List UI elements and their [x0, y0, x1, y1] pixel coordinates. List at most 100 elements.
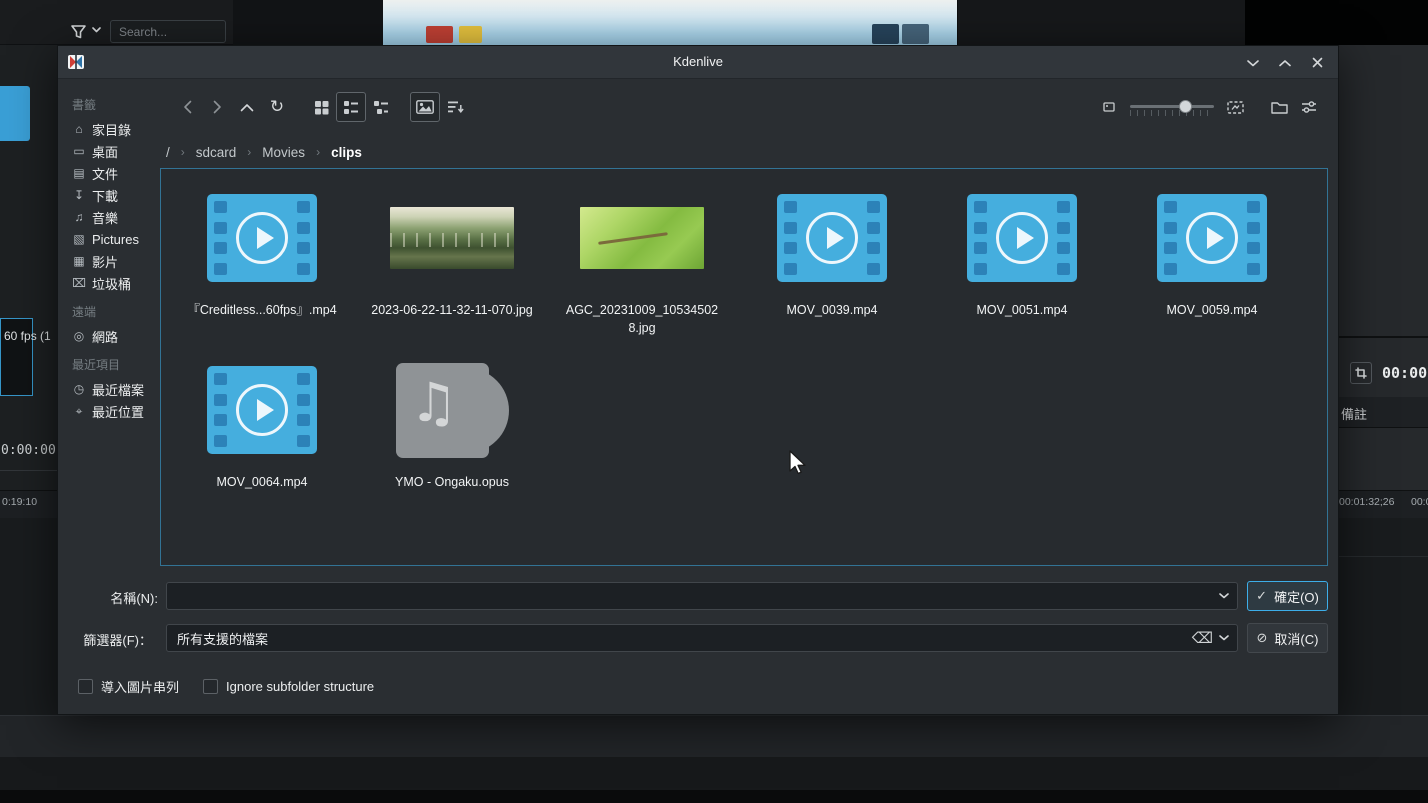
bg-left-timeline: [0, 518, 57, 715]
sidebar-item-network[interactable]: ◎ 網路: [72, 325, 160, 347]
details-view-button[interactable]: [336, 92, 366, 122]
minimize-button[interactable]: [1244, 54, 1262, 72]
file-item[interactable]: ♫ YMO - Ongaku.opus: [357, 359, 547, 531]
cancel-button-label: 取消(C): [1274, 629, 1318, 648]
name-combobox[interactable]: [166, 582, 1238, 610]
download-icon: ↧: [72, 188, 86, 202]
sidebar-item-recent-files[interactable]: ◷ 最近檔案: [72, 378, 160, 400]
file-item[interactable]: 2023-06-22-11-32-11-070.jpg: [357, 187, 547, 359]
ignore-subfolder-label: Ignore subfolder structure: [226, 679, 374, 694]
mouse-cursor: [788, 450, 808, 478]
preview-toggle-button[interactable]: [410, 92, 440, 122]
zoom-slider[interactable]: [1130, 97, 1214, 117]
zoom-large-icon-button[interactable]: [1220, 92, 1250, 122]
filter-funnel-icon[interactable]: [70, 24, 87, 40]
filter-combobox[interactable]: 所有支援的檔案 ⌫: [166, 624, 1238, 652]
file-item[interactable]: 『Creditless...60fps』.mp4: [167, 187, 357, 359]
file-name: MOV_0051.mp4: [976, 302, 1067, 320]
chevron-down-icon[interactable]: [1219, 593, 1229, 599]
sidebar-item-desktop[interactable]: ▭ 桌面: [72, 140, 160, 162]
bg-panel-gap-2: [957, 0, 1245, 45]
breadcrumb-clips[interactable]: clips: [331, 145, 362, 160]
breadcrumb-movies[interactable]: Movies: [262, 145, 305, 160]
video-file-icon: [1157, 187, 1267, 289]
new-folder-button[interactable]: [1264, 92, 1294, 122]
cancel-button[interactable]: ⊘ 取消(C): [1247, 623, 1328, 653]
ignore-subfolder-checkbox[interactable]: [203, 679, 218, 694]
file-name: AGC_20231009_105345028.jpg: [563, 302, 721, 337]
sidebar-item-label: 桌面: [92, 142, 118, 161]
image-thumbnail: [580, 187, 704, 289]
audio-file-icon: ♫: [396, 359, 509, 461]
icons-view-button[interactable]: [306, 92, 336, 122]
video-icon: ▦: [72, 254, 86, 268]
bg-left-timecode: 0:00:00,: [1, 443, 64, 458]
sidebar-item-label: 下載: [92, 186, 118, 205]
close-button[interactable]: [1308, 54, 1326, 72]
zoom-slider-handle[interactable]: [1179, 100, 1192, 113]
trash-icon: ⌧: [72, 276, 86, 290]
video-file-icon: [207, 359, 317, 461]
clear-text-icon[interactable]: ⌫: [1192, 629, 1213, 647]
zoom-small-icon-button[interactable]: [1094, 92, 1124, 122]
file-item[interactable]: MOV_0059.mp4: [1117, 187, 1307, 359]
sidebar-item-pictures[interactable]: ▧ Pictures: [72, 228, 160, 250]
chevron-down-icon[interactable]: [1219, 635, 1229, 641]
breadcrumb: / › sdcard › Movies › clips: [166, 141, 362, 163]
sidebar-item-music[interactable]: ♫ 音樂: [72, 206, 160, 228]
sidebar-item-videos[interactable]: ▦ 影片: [72, 250, 160, 272]
import-image-sequence-option[interactable]: 導入圖片串列: [78, 677, 179, 696]
dialog-toolbar: ↻: [172, 90, 1324, 124]
file-name: YMO - Ongaku.opus: [395, 474, 509, 492]
import-image-sequence-checkbox[interactable]: [78, 679, 93, 694]
sidebar-item-label: 垃圾桶: [92, 274, 131, 293]
sidebar-item-downloads[interactable]: ↧ 下載: [72, 184, 160, 206]
file-name: MOV_0059.mp4: [1166, 302, 1257, 320]
breadcrumb-sdcard[interactable]: sdcard: [196, 145, 237, 160]
maximize-button[interactable]: [1276, 54, 1294, 72]
import-image-sequence-label: 導入圖片串列: [101, 677, 179, 696]
bg-right-track-line: [1339, 556, 1428, 557]
ok-button-label: 確定(O): [1274, 587, 1319, 606]
places-section-recent: 最近項目: [72, 356, 160, 373]
sidebar-item-recent-locations[interactable]: ⌖ 最近位置: [72, 400, 160, 422]
bg-left-ruler-label: 0:19:10: [2, 496, 37, 508]
file-item[interactable]: MOV_0064.mp4: [167, 359, 357, 531]
options-button[interactable]: [1294, 92, 1324, 122]
cancel-icon: ⊘: [1257, 630, 1268, 646]
tree-view-button[interactable]: [366, 92, 396, 122]
up-button[interactable]: [232, 92, 262, 122]
file-name: MOV_0039.mp4: [786, 302, 877, 320]
filter-value: 所有支援的檔案: [167, 629, 1192, 648]
back-button[interactable]: [172, 92, 202, 122]
ok-button[interactable]: ✓ 確定(O): [1247, 581, 1328, 611]
zoom-slider-track[interactable]: [1130, 105, 1214, 108]
file-list-view[interactable]: 『Creditless...60fps』.mp4 2023-06-22-11-3…: [160, 168, 1328, 566]
file-item[interactable]: MOV_0039.mp4: [737, 187, 927, 359]
video-file-icon: [207, 187, 317, 289]
places-section-remote: 遠端: [72, 303, 160, 320]
crop-icon: [1350, 362, 1372, 384]
check-icon: ✓: [1256, 588, 1267, 604]
sidebar-item-label: 影片: [92, 252, 118, 271]
file-item[interactable]: MOV_0051.mp4: [927, 187, 1117, 359]
name-input[interactable]: [167, 589, 1219, 604]
forward-button[interactable]: [202, 92, 232, 122]
sidebar-item-trash[interactable]: ⌧ 垃圾桶: [72, 272, 160, 294]
breadcrumb-root[interactable]: /: [166, 145, 170, 160]
bg-right-timeline: [1339, 518, 1428, 715]
filter-chevron-down-icon[interactable]: [92, 27, 101, 33]
ignore-subfolder-option[interactable]: Ignore subfolder structure: [203, 679, 374, 694]
sidebar-item-documents[interactable]: ▤ 文件: [72, 162, 160, 184]
location-icon: ⌖: [72, 404, 86, 419]
sidebar-item-home[interactable]: ⌂ 家目錄: [72, 118, 160, 140]
reload-button[interactable]: ↻: [262, 92, 292, 122]
bg-right-ruler-label: 00:01:32;26: [1339, 496, 1394, 508]
bin-search-input[interactable]: [110, 20, 226, 43]
sort-button[interactable]: [440, 92, 470, 122]
file-item[interactable]: AGC_20231009_105345028.jpg: [547, 187, 737, 359]
picture-icon: ▧: [72, 232, 86, 246]
dialog-titlebar[interactable]: Kdenlive: [58, 46, 1338, 79]
file-name: 『Creditless...60fps』.mp4: [187, 302, 336, 320]
sidebar-item-label: 最近位置: [92, 402, 144, 421]
